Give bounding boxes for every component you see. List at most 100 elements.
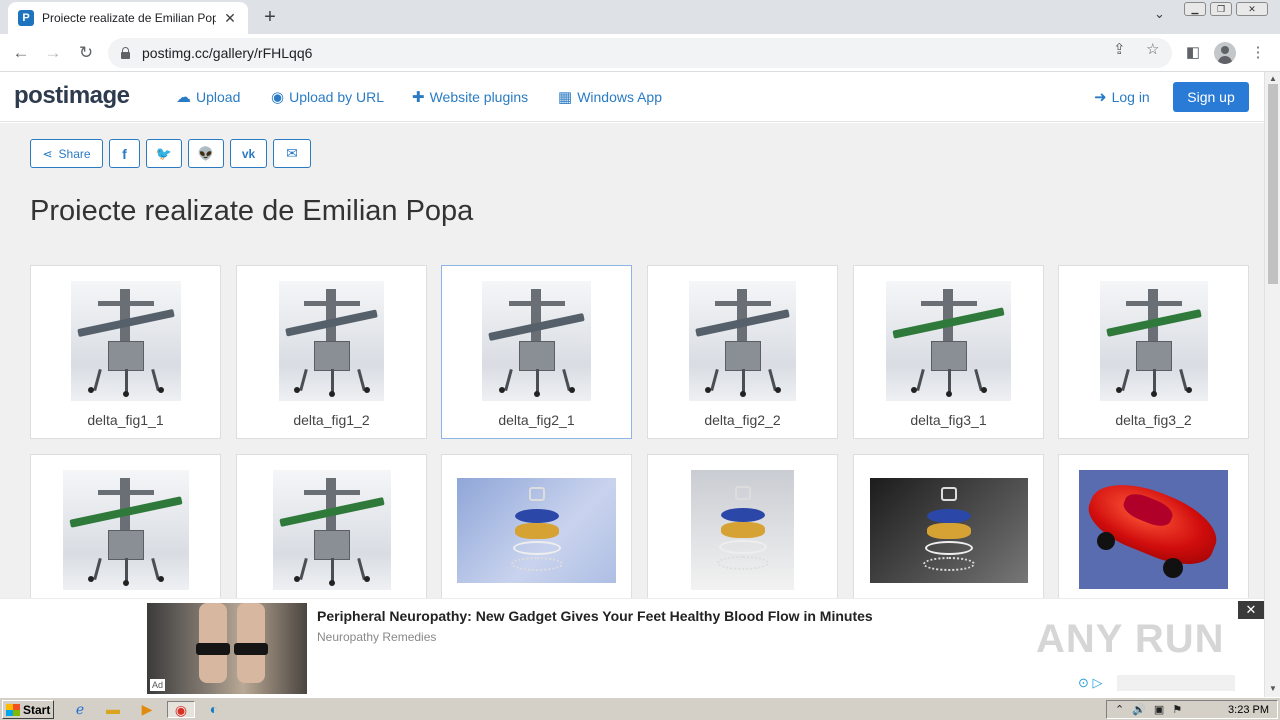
chrome-icon[interactable]: ◉ — [167, 701, 195, 718]
motor-render — [869, 478, 1028, 583]
website-plugins-link[interactable]: ✚ Website plugins — [412, 88, 528, 106]
volume-icon[interactable]: 🔊 — [1132, 703, 1146, 716]
vk-share-icon[interactable]: vk — [230, 139, 267, 168]
gallery-card[interactable]: delta_fig3_2 — [1058, 265, 1249, 439]
forward-arrow-icon[interactable]: → — [42, 42, 64, 64]
upload-link[interactable]: ☁ Upload — [176, 88, 240, 106]
new-tab-button[interactable]: + — [258, 6, 282, 30]
ad-image[interactable] — [147, 603, 307, 694]
twitter-share-icon[interactable]: 🐦 — [146, 139, 182, 168]
cloud-upload-icon: ☁ — [176, 89, 191, 106]
gallery-thumbnail[interactable] — [70, 281, 181, 401]
share-button[interactable]: ⋖ Share — [30, 139, 103, 168]
upload-label: Upload — [196, 89, 241, 105]
upload-by-url-label: Upload by URL — [289, 89, 385, 105]
browser-tab[interactable]: P Proiecte realizate de Emilian Popa — ✕ — [8, 2, 248, 34]
reload-icon[interactable]: ↻ — [75, 42, 97, 64]
gallery-thumbnail[interactable] — [1079, 470, 1228, 589]
tab-strip: P Proiecte realizate de Emilian Popa — ✕… — [0, 0, 1280, 34]
motor-render — [691, 470, 794, 590]
gallery-card[interactable]: delta_fig1_2 — [236, 265, 427, 439]
gallery-thumbnail[interactable] — [279, 281, 384, 401]
tab-close-icon[interactable]: ✕ — [222, 10, 238, 27]
vertical-scrollbar[interactable]: ▲ ▼ — [1264, 72, 1280, 697]
machine-render — [482, 281, 591, 401]
login-link[interactable]: ➜ Log in — [1094, 88, 1150, 106]
clock[interactable]: 3:23 PM — [1228, 704, 1269, 716]
machine-render — [279, 281, 384, 401]
side-panel-icon[interactable]: ◧ — [1182, 42, 1204, 64]
edge-icon[interactable]: ◐ — [204, 701, 224, 718]
gallery-thumbnail[interactable] — [869, 478, 1028, 583]
gallery-thumbnail[interactable] — [457, 478, 616, 583]
media-player-icon[interactable]: ▶ — [137, 701, 157, 718]
address-bar[interactable]: postimg.cc/gallery/rFHLqq6 — [108, 38, 1172, 68]
adchoices-icon[interactable]: ⊙ ▷ — [1078, 675, 1103, 691]
profile-avatar[interactable] — [1214, 42, 1236, 64]
bookmark-star-icon[interactable]: ☆ — [1146, 40, 1159, 58]
gallery-card[interactable]: delta_fig3_1 — [853, 265, 1044, 439]
ad-banner[interactable]: Ad Peripheral Neuropathy: New Gadget Giv… — [0, 598, 1264, 697]
start-button[interactable]: Start — [2, 700, 54, 719]
email-share-icon[interactable]: ✉ — [273, 139, 311, 168]
upload-by-url-link[interactable]: ◉ Upload by URL — [271, 88, 384, 106]
network-icon[interactable]: ▣ — [1154, 703, 1164, 716]
gallery-item-label[interactable]: delta_fig2_1 — [442, 412, 631, 428]
anyrun-watermark: ANY RUN — [1036, 617, 1225, 661]
gallery-item-label[interactable]: delta_fig1_2 — [237, 412, 426, 428]
windows-flag-icon — [6, 703, 20, 716]
machine-render — [1099, 281, 1208, 401]
gallery-card[interactable]: delta_fig1_1 — [30, 265, 221, 439]
back-arrow-icon[interactable]: ← — [10, 42, 32, 64]
chrome-menu-icon[interactable]: ⋮ — [1247, 42, 1269, 64]
gallery-thumbnail[interactable] — [691, 470, 794, 590]
gallery-card[interactable]: delta_fig2_1 — [441, 265, 632, 439]
tab-search-chevron-icon[interactable]: ⌄ — [1154, 6, 1165, 22]
tray-expand-icon[interactable]: ⌃ — [1115, 703, 1124, 716]
ad-device-left — [196, 643, 230, 655]
gallery-item-label[interactable]: delta_fig2_2 — [648, 412, 837, 428]
gallery-item-label[interactable]: delta_fig1_1 — [31, 412, 220, 428]
gallery-item-label[interactable]: delta_fig3_1 — [854, 412, 1043, 428]
close-window-button[interactable]: ✕ — [1236, 2, 1268, 16]
scroll-down-arrow-icon[interactable]: ▼ — [1269, 684, 1277, 693]
reddit-share-icon[interactable]: 👽 — [188, 139, 224, 168]
signup-button[interactable]: Sign up — [1173, 82, 1249, 112]
minimize-window-button[interactable]: ▁ — [1184, 2, 1206, 16]
gallery-thumbnail[interactable] — [689, 281, 796, 401]
share-page-icon[interactable]: ⇪ — [1113, 40, 1126, 58]
ad-device-right — [234, 643, 268, 655]
gallery-thumbnail[interactable] — [886, 281, 1011, 401]
postimage-logo[interactable]: postimage — [14, 82, 130, 110]
share-buttons: ⋖ Share f 🐦 👽 vk ✉ — [30, 139, 317, 168]
flag-icon[interactable]: ⚑ — [1172, 703, 1182, 716]
lock-icon[interactable] — [120, 47, 130, 59]
sign-in-icon: ➜ — [1094, 89, 1107, 106]
facebook-share-icon[interactable]: f — [109, 139, 140, 168]
scrollbar-thumb[interactable] — [1268, 84, 1278, 284]
restore-window-button[interactable]: ❐ — [1210, 2, 1232, 16]
website-plugins-label: Website plugins — [429, 89, 529, 105]
folder-icon[interactable]: ▬ — [103, 701, 123, 718]
page-title: Proiecte realizate de Emilian Popa — [30, 195, 474, 227]
windows-app-link[interactable]: ▦ Windows App — [558, 88, 662, 106]
internet-explorer-icon[interactable]: ℯ — [70, 701, 90, 718]
gallery-thumbnail[interactable] — [482, 281, 591, 401]
ad-title[interactable]: Peripheral Neuropathy: New Gadget Gives … — [317, 608, 873, 624]
gallery-thumbnail[interactable] — [62, 470, 189, 590]
tab-title: Proiecte realizate de Emilian Popa — — [42, 11, 216, 25]
windows-app-label: Windows App — [577, 89, 663, 105]
machine-render — [272, 470, 391, 590]
url-text[interactable]: postimg.cc/gallery/rFHLqq6 — [142, 45, 312, 61]
gallery-thumbnail[interactable] — [1099, 281, 1208, 401]
car-render — [1079, 470, 1228, 589]
scroll-up-arrow-icon[interactable]: ▲ — [1269, 74, 1277, 83]
gallery-card[interactable]: delta_fig2_2 — [647, 265, 838, 439]
postimage-favicon-icon: P — [18, 10, 34, 26]
ad-close-icon[interactable]: ✕ — [1238, 601, 1264, 619]
gallery-thumbnail[interactable] — [272, 470, 391, 590]
machine-render — [886, 281, 1011, 401]
browser-toolbar: ← → ↻ postimg.cc/gallery/rFHLqq6 ⇪ ☆ ◧ ⋮ — [0, 34, 1280, 72]
gallery-item-label[interactable]: delta_fig3_2 — [1059, 412, 1248, 428]
system-tray: ⌃ 🔊 ▣ ⚑ 3:23 PM — [1106, 700, 1278, 719]
